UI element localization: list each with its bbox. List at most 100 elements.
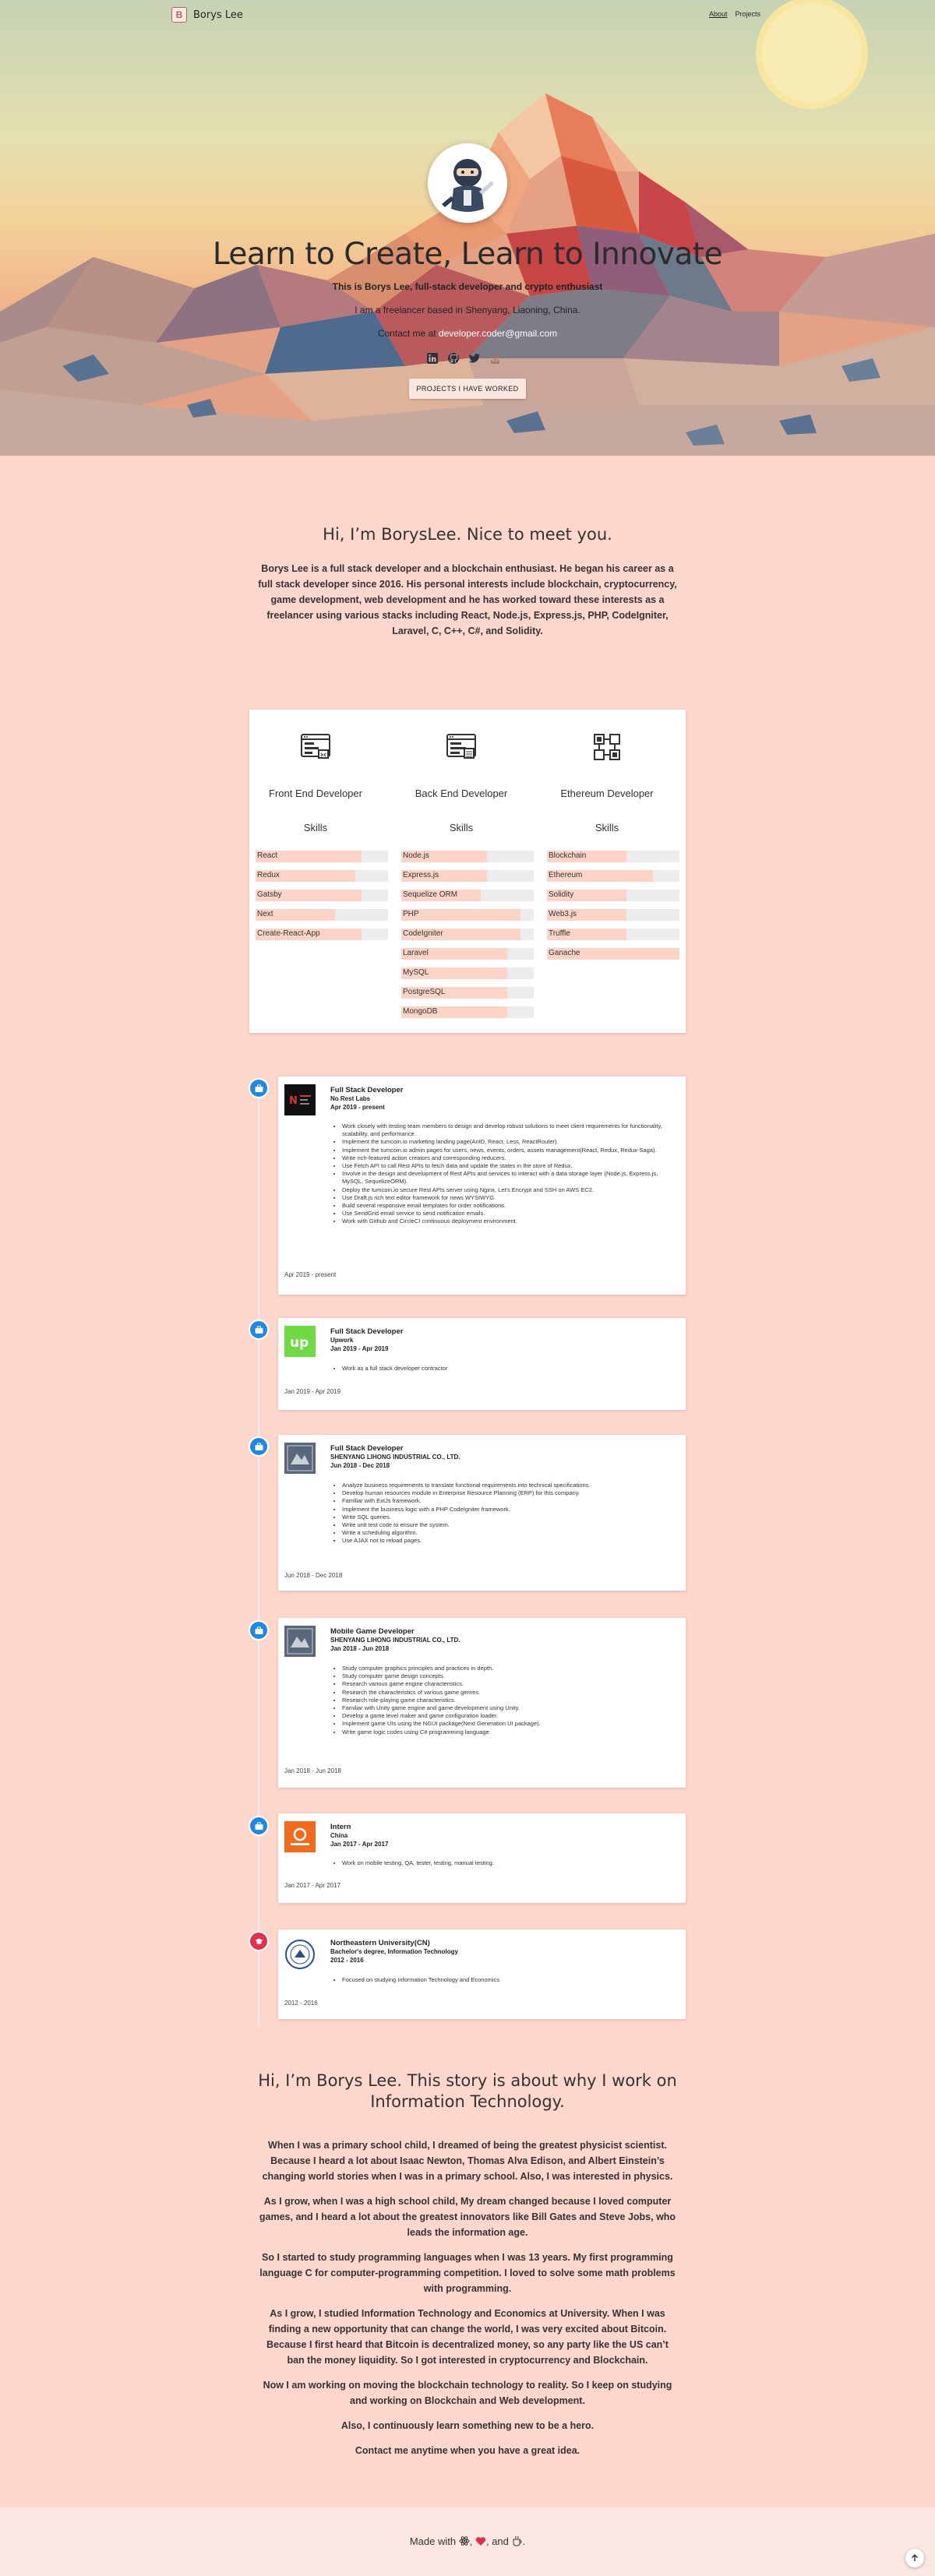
skills-card: Front End Developer Skills React Redux G… bbox=[249, 710, 686, 1033]
skill-name: React bbox=[257, 851, 278, 860]
skill-name: Express.js bbox=[403, 871, 439, 879]
skill-bar: Blockchain bbox=[547, 851, 679, 862]
skill-bar: MySQL bbox=[401, 967, 534, 979]
responsibilities-list: Work on mobile testing, QA, tester, test… bbox=[342, 1859, 677, 1867]
job-dates: Jan 2017 - Apr 2017 bbox=[330, 1841, 389, 1848]
timeline-line bbox=[258, 1081, 259, 2027]
skill-bar: Gatsby bbox=[256, 890, 388, 901]
experience-card: Intern China Jan 2017 - Apr 2017 Work on… bbox=[278, 1813, 686, 1903]
list-item: Research the characteristics of various … bbox=[342, 1689, 677, 1697]
scroll-to-top-button[interactable] bbox=[905, 2549, 924, 2567]
upwork-logo: up bbox=[284, 1326, 316, 1357]
nav-link-about[interactable]: About bbox=[709, 10, 728, 18]
skill-bar: React bbox=[256, 851, 388, 862]
twitter-icon[interactable] bbox=[468, 352, 481, 365]
arrow-up-icon bbox=[912, 2554, 918, 2561]
briefcase-icon bbox=[255, 1326, 263, 1334]
job-dates: Apr 2019 - present bbox=[330, 1104, 385, 1111]
card-footer-date: Jan 2019 - Apr 2019 bbox=[284, 1388, 341, 1395]
list-item: Research various game engine characteris… bbox=[342, 1680, 677, 1688]
skill-bar: Node.js bbox=[401, 851, 534, 862]
brand-link[interactable]: B Borys Lee bbox=[171, 7, 243, 23]
backend-code-icon bbox=[446, 731, 477, 763]
list-item: Use AJAX not to reload pages. bbox=[342, 1537, 677, 1545]
responsibilities-list: Work closely with testing team members t… bbox=[342, 1122, 677, 1226]
experience-card: Full Stack Developer SHENYANG LIHONG IND… bbox=[278, 1435, 686, 1591]
skill-bar: Next bbox=[256, 909, 388, 921]
job-title: Full Stack Developer bbox=[330, 1327, 404, 1336]
responsibilities-list: Study computer graphics principles and p… bbox=[342, 1665, 677, 1736]
made-with-label: Made with bbox=[409, 2535, 457, 2547]
hero-title: Learn to Create, Learn to Innovate bbox=[212, 237, 723, 272]
list-item: Familiar with Unity game engine and game… bbox=[342, 1704, 677, 1712]
end-text: . bbox=[522, 2535, 526, 2547]
stackoverflow-icon[interactable] bbox=[489, 352, 502, 365]
card-header: Northeastern University(CN) Bachelor's d… bbox=[330, 1939, 458, 1965]
story-heading-line2: Information Technology. bbox=[370, 2092, 565, 2111]
skills-column-title: Back End Developer bbox=[415, 788, 508, 799]
skill-name: Node.js bbox=[403, 851, 429, 860]
briefcase-icon bbox=[255, 1084, 263, 1092]
company-name: SHENYANG LIHONG INDUSTRIAL CO., LTD. bbox=[330, 1637, 460, 1644]
skill-bar: MongoDB bbox=[401, 1006, 534, 1018]
list-item: Develop a game level maker and game conf… bbox=[342, 1712, 677, 1720]
skill-bar: Solidity bbox=[547, 890, 679, 901]
comma-text: , bbox=[469, 2535, 473, 2547]
lihong-logo bbox=[284, 1626, 316, 1657]
intro-heading: Hi, I’m BorysLee. Nice to meet you. bbox=[323, 525, 612, 544]
email-link[interactable]: developer.coder@gmail.com bbox=[439, 328, 557, 339]
responsibilities-list: Work as a full stack developer contracto… bbox=[342, 1365, 677, 1373]
projects-button[interactable]: PROJECTS I HAVE WORKED bbox=[409, 379, 526, 399]
list-item: Deploy the tumcoin.io secure Rest APIs s… bbox=[342, 1186, 677, 1194]
school-name: Northeastern University(CN) bbox=[330, 1939, 430, 1947]
hero-location: I am a freelancer based in Shenyang, Lia… bbox=[355, 305, 580, 315]
skill-name: Blockchain bbox=[549, 851, 587, 860]
skills-label: Skills bbox=[449, 822, 474, 833]
list-item: Work as a full stack developer contracto… bbox=[342, 1365, 677, 1373]
skill-bar: Ganache bbox=[547, 948, 679, 960]
skills-label: Skills bbox=[595, 822, 619, 833]
job-dates: Jan 2018 - Jun 2018 bbox=[330, 1645, 390, 1652]
skill-name: Sequelize ORM bbox=[403, 890, 458, 899]
list-item: Focused on studying Information Technolo… bbox=[342, 1976, 677, 1984]
experience-card: N Full Stack Developer No Rest Labs Apr … bbox=[278, 1077, 686, 1295]
nav-link-projects[interactable]: Projects bbox=[736, 10, 761, 18]
degree: Bachelor's degree, Information Technolog… bbox=[330, 1948, 459, 1955]
lihong-logo bbox=[284, 1443, 316, 1474]
university-seal-logo bbox=[284, 1939, 316, 1970]
skill-bar: CodeIgniter bbox=[401, 929, 534, 940]
ethereum-blocks-icon bbox=[591, 731, 623, 763]
linkedin-icon[interactable] bbox=[426, 352, 439, 365]
skill-name: Solidity bbox=[549, 890, 574, 899]
footer: Made with , , and . bbox=[0, 2507, 935, 2576]
hero-banner: B Borys Lee About Projects Learn to Crea… bbox=[0, 0, 935, 456]
card-footer-date: Jan 2017 - Apr 2017 bbox=[284, 1882, 341, 1889]
skill-bar: Create-React-App bbox=[256, 929, 388, 940]
intro-paragraph: Borys Lee is a full stack developer and … bbox=[258, 563, 677, 636]
skill-bar: PHP bbox=[401, 909, 534, 921]
skill-name: PostgreSQL bbox=[403, 988, 446, 996]
card-header: Intern China Jan 2017 - Apr 2017 bbox=[330, 1823, 388, 1848]
github-icon[interactable] bbox=[447, 352, 460, 365]
skill-name: PHP bbox=[403, 910, 419, 918]
top-navbar: B Borys Lee About Projects bbox=[0, 0, 935, 30]
svg-text:up: up bbox=[290, 1335, 309, 1351]
skill-bar: PostgreSQL bbox=[401, 987, 534, 999]
coffee-icon bbox=[513, 2535, 521, 2546]
timeline-work-marker bbox=[249, 1620, 269, 1640]
ninja-avatar-illustration bbox=[428, 143, 507, 223]
react-icon bbox=[459, 2536, 470, 2546]
social-links bbox=[426, 352, 502, 365]
story-paragraph: Contact me anytime when you have a great… bbox=[355, 2445, 580, 2456]
timeline-work-marker bbox=[249, 1320, 269, 1340]
list-item: Write game logic codes using C# programm… bbox=[342, 1728, 677, 1736]
skill-bar: Truffle bbox=[547, 929, 679, 940]
company-name: Upwork bbox=[330, 1337, 354, 1344]
list-item: Familiar with ExtJs framework. bbox=[342, 1497, 677, 1505]
list-item: Analyze business requirements to transla… bbox=[342, 1482, 677, 1489]
card-footer-date: Apr 2019 - present bbox=[284, 1271, 337, 1278]
story-paragraph: Now I am working on moving the blockchai… bbox=[263, 2380, 672, 2406]
story-heading-line1: Hi, I’m Borys Lee. This story is about w… bbox=[258, 2071, 677, 2090]
list-item: Use SendGrid email service to send notif… bbox=[342, 1210, 677, 1218]
list-item: Work on mobile testing, QA, tester, test… bbox=[342, 1859, 677, 1867]
